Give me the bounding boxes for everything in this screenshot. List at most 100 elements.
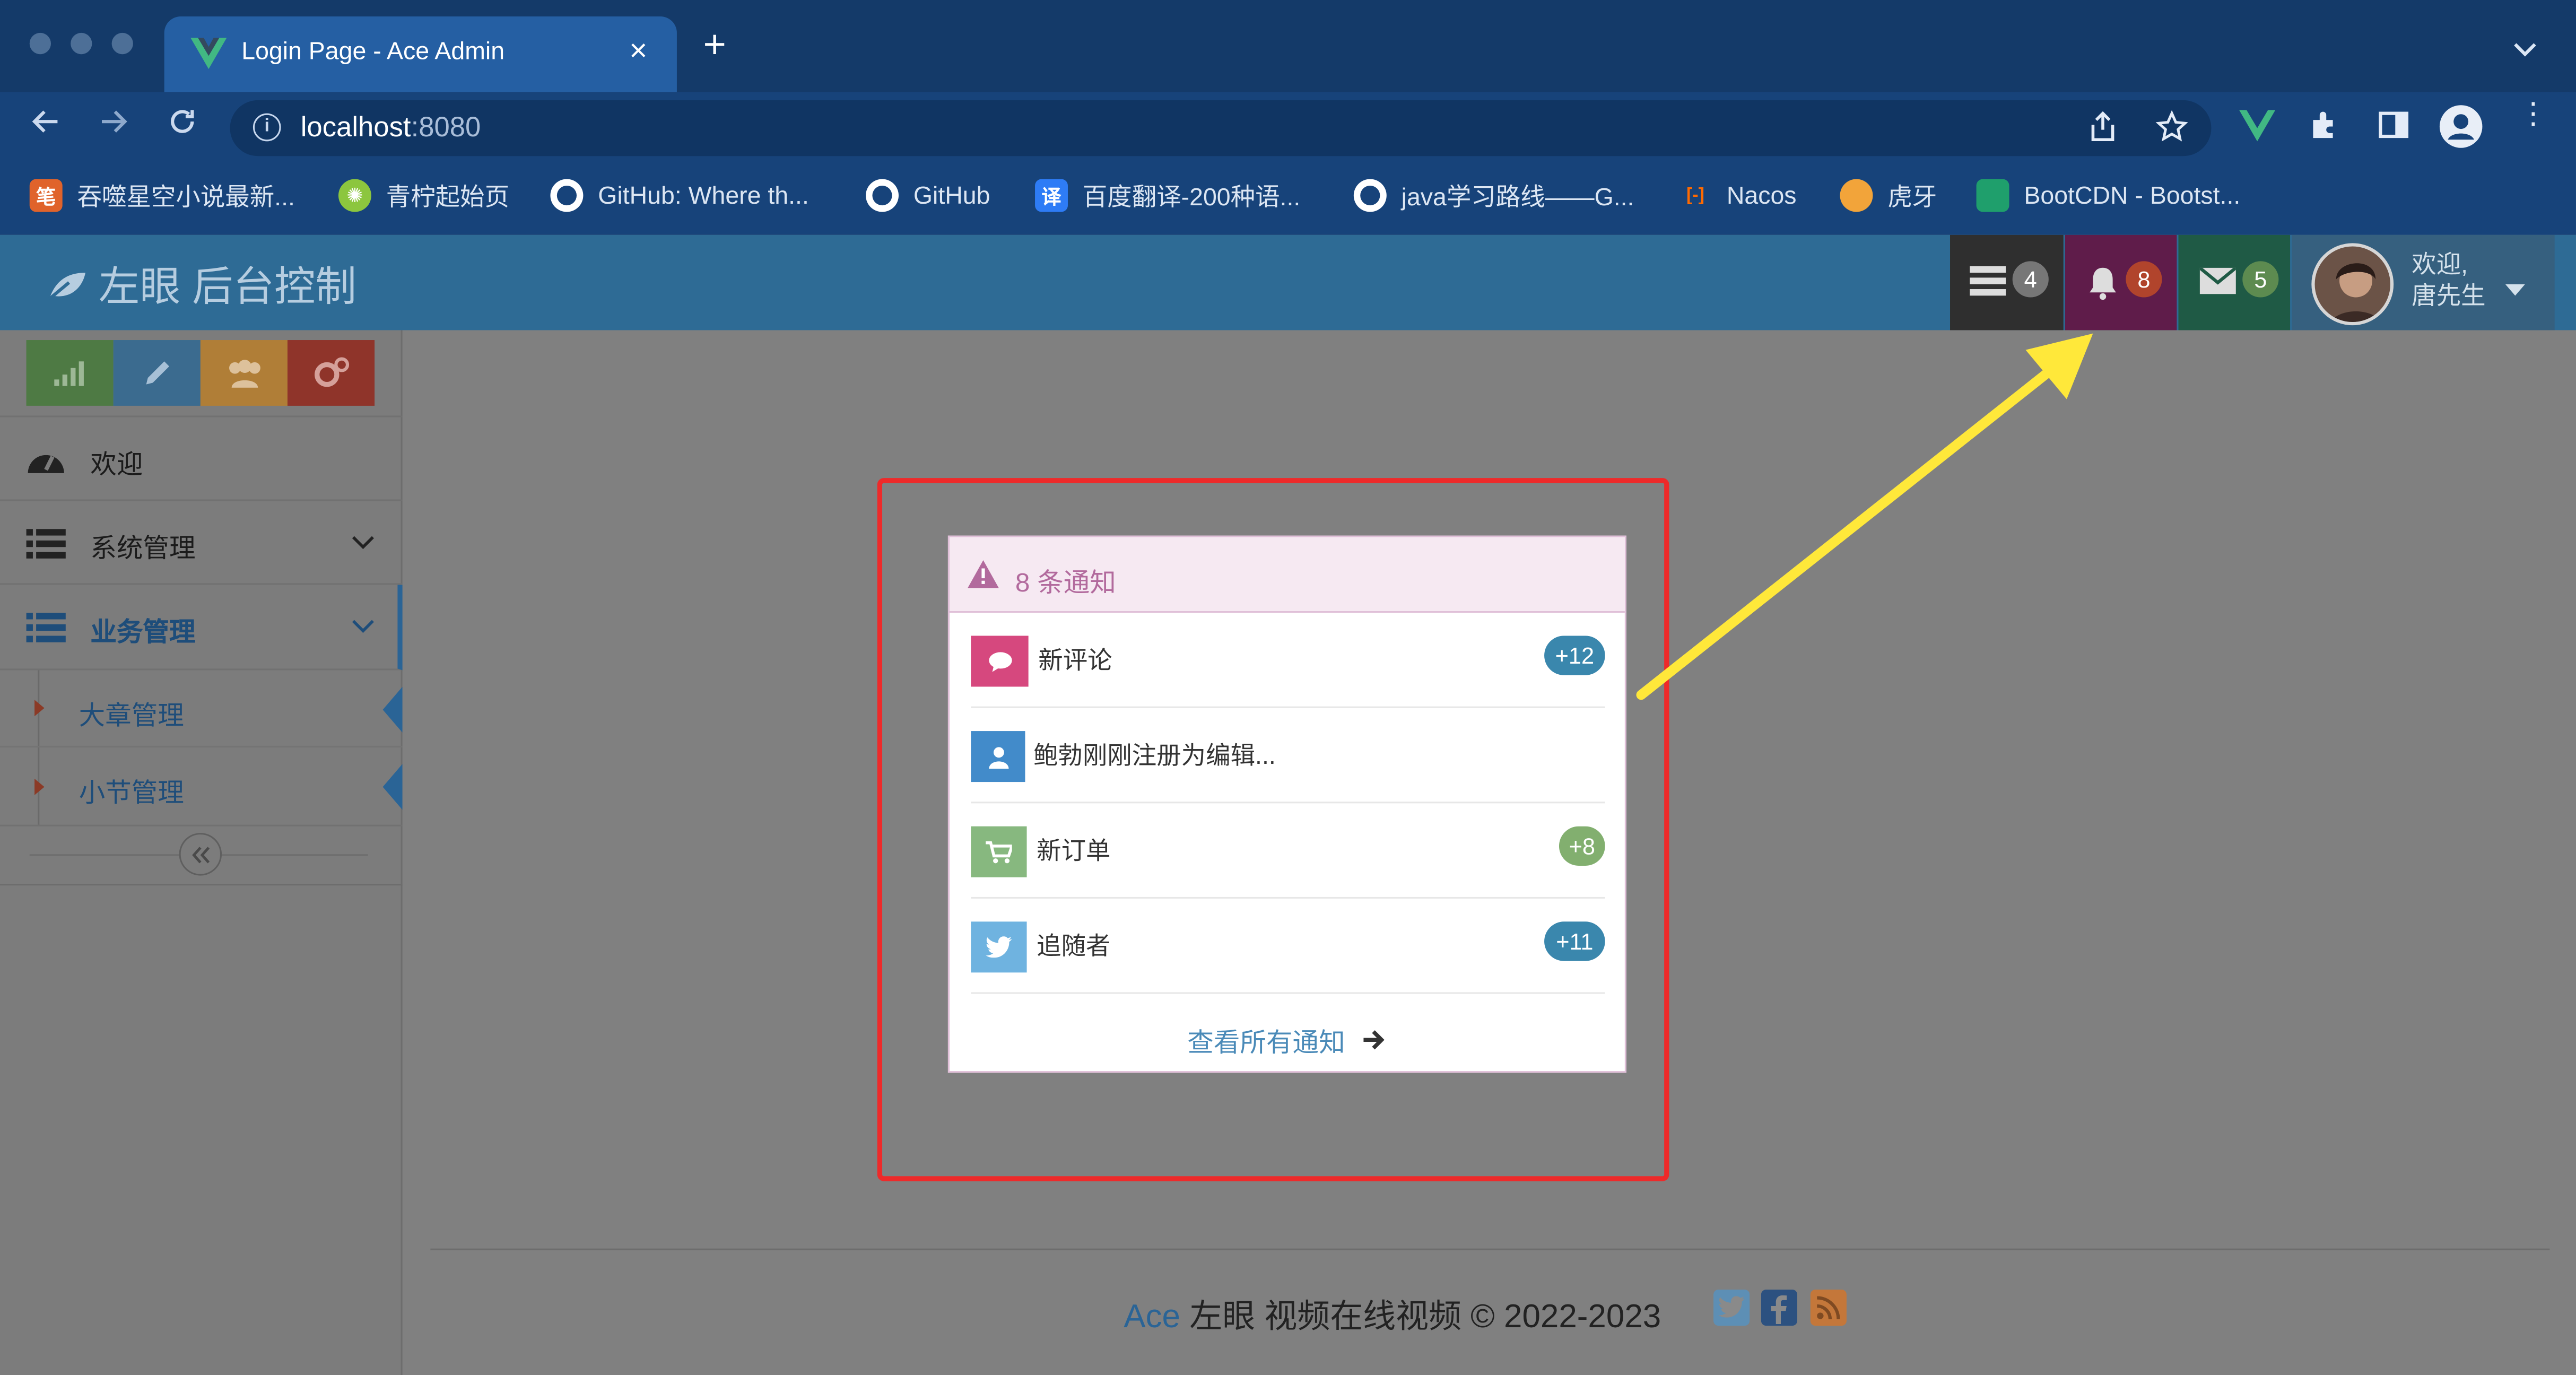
see-all-notifications-link[interactable]: 查看所有通知 — [950, 994, 1625, 1073]
bookmark-item[interactable]: ✺ 青柠起始页 — [338, 177, 509, 213]
double-chevron-left-icon — [192, 847, 210, 864]
notification-item[interactable]: 鲍勃刚刚注册为编辑... — [971, 708, 1605, 804]
bookmark-label: BootCDN - Bootst... — [2024, 181, 2241, 210]
footer-brand: Ace — [1124, 1299, 1181, 1336]
sidebar-item-welcome[interactable]: 欢迎 — [0, 417, 403, 501]
notification-label: 鲍勃刚刚注册为编辑... — [1033, 742, 1276, 771]
extensions-icon[interactable] — [2308, 108, 2341, 149]
active-indicator-icon — [382, 764, 403, 810]
bookmark-star-icon[interactable] — [2155, 110, 2188, 151]
side-panel-icon[interactable] — [2377, 108, 2410, 149]
caret-down-icon — [2505, 276, 2525, 306]
see-all-notifications-label: 查看所有通知 — [1187, 1030, 1345, 1058]
bookmark-item[interactable]: java学习路线——G... — [1353, 177, 1634, 213]
notification-item[interactable]: 新评论 +12 — [971, 613, 1605, 708]
sidebar-subitem-label: 小节管理 — [79, 780, 184, 808]
github-icon — [1353, 179, 1387, 212]
notification-label: 新订单 — [1037, 838, 1111, 866]
tasks-button[interactable]: 4 — [1950, 234, 2064, 330]
brand[interactable]: 左眼 后台控制 — [46, 255, 356, 314]
bookmark-label: 虎牙 — [1887, 183, 1937, 211]
list-icon — [26, 529, 66, 559]
warning-icon — [968, 560, 999, 588]
bookmark-item[interactable]: 虎牙 — [1840, 177, 1937, 213]
dashboard-icon — [28, 455, 64, 473]
bookmark-item[interactable]: [-] Nacos — [1679, 177, 1797, 213]
footer-divider — [430, 1248, 2550, 1250]
notifications-dropdown: 8 条通知 新评论 +12 鲍勃刚刚注册为编辑... 新订单 +8 追随者 +1… — [947, 535, 1626, 1073]
sidebar-item-label: 系统管理 — [90, 535, 196, 564]
bookmark-favicon-icon: 笔 — [29, 179, 63, 212]
window-maximize-dot[interactable] — [111, 32, 133, 55]
user-name: 唐先生 — [2412, 282, 2486, 311]
chevron-down-icon — [352, 620, 374, 633]
facebook-icon[interactable] — [1761, 1289, 1798, 1326]
tab-close-icon[interactable]: × — [629, 34, 647, 71]
profile-avatar-icon[interactable] — [2439, 105, 2483, 148]
window-close-dot[interactable] — [29, 32, 51, 55]
vue-logo-icon — [190, 38, 227, 69]
new-tab-icon[interactable]: + — [703, 25, 726, 66]
bookmark-favicon-icon: [-] — [1686, 185, 1705, 206]
rss-icon[interactable] — [1810, 1289, 1847, 1326]
avatar — [2311, 243, 2394, 326]
share-icon[interactable] — [2088, 110, 2118, 151]
bookmark-favicon-icon: ✺ — [338, 179, 371, 212]
forward-icon[interactable] — [97, 105, 130, 148]
bookmark-item[interactable]: 译百度翻译-200种语... — [1035, 177, 1300, 213]
shortcut-settings-button[interactable] — [287, 340, 375, 406]
browser-menu-icon[interactable]: ⋮ — [2519, 99, 2548, 128]
tab-search-chevron-icon[interactable] — [2513, 36, 2536, 63]
active-indicator-icon — [382, 686, 403, 733]
sidebar-item-system[interactable]: 系统管理 — [0, 501, 403, 585]
github-icon — [550, 179, 584, 212]
footer-text: 左眼 视频在线视频 © 2022-2023 — [1189, 1299, 1661, 1336]
github-icon — [866, 179, 899, 212]
vue-devtools-icon[interactable] — [2239, 110, 2276, 142]
sidebar-subitem-chapters[interactable]: 大章管理 — [0, 670, 403, 748]
tab-title: Login Page - Ace Admin — [241, 38, 505, 66]
back-icon[interactable] — [30, 105, 63, 148]
bookmark-item[interactable]: 笔吞噬星空小说最新... — [29, 177, 295, 213]
chevron-down-icon — [352, 536, 374, 550]
address-bar[interactable]: i localhost:8080 — [230, 100, 2212, 156]
bookmark-label: GitHub: Where th... — [598, 181, 809, 210]
sidebar-subitem-sections[interactable]: 小节管理 — [0, 747, 403, 826]
messages-badge: 5 — [2242, 261, 2279, 298]
notification-item[interactable]: 追随者 +11 — [971, 899, 1605, 994]
bookmark-favicon-icon: 译 — [1035, 179, 1068, 212]
user-greeting: 欢迎, — [2412, 251, 2468, 280]
cogs-icon — [315, 357, 350, 387]
shortcut-stats-button[interactable] — [26, 340, 114, 406]
browser-tab[interactable]: Login Page - Ace Admin × — [164, 16, 677, 92]
notification-badge: +8 — [1559, 826, 1605, 866]
notification-label: 追随者 — [1037, 933, 1111, 961]
footer: Ace 左眼 视频在线视频 © 2022-2023 — [1124, 1290, 1661, 1337]
sidebar-item-business[interactable]: 业务管理 — [0, 585, 403, 671]
sidebar-collapse-button[interactable] — [179, 833, 222, 876]
site-info-icon[interactable]: i — [253, 113, 281, 142]
bookmark-label: 青柠起始页 — [386, 183, 510, 211]
caret-right-icon — [34, 778, 45, 795]
bookmark-item[interactable]: GitHub — [866, 177, 990, 213]
user-menu-button[interactable]: 欢迎, 唐先生 — [2292, 234, 2555, 330]
bootcdn-icon — [1976, 179, 2009, 212]
url-port: :8080 — [411, 111, 481, 143]
list-icon — [26, 613, 66, 642]
notification-item[interactable]: 新订单 +8 — [971, 803, 1605, 899]
window-minimize-dot[interactable] — [71, 32, 92, 55]
shortcut-edit-button[interactable] — [113, 340, 201, 406]
bookmark-item[interactable]: BootCDN - Bootst... — [1976, 177, 2241, 213]
bookmark-item[interactable]: GitHub: Where th... — [550, 177, 809, 213]
bell-icon — [2086, 265, 2119, 309]
shortcut-users-button[interactable] — [200, 340, 288, 406]
notification-label: 新评论 — [1038, 647, 1112, 675]
bookmark-label: Nacos — [1726, 181, 1797, 210]
notification-badge: +11 — [1544, 921, 1605, 961]
reload-icon[interactable] — [166, 105, 199, 148]
pencil-icon — [146, 361, 169, 385]
messages-button[interactable]: 5 — [2178, 234, 2291, 330]
bookmark-label: GitHub — [913, 181, 990, 210]
twitter-icon[interactable] — [1713, 1289, 1750, 1326]
notifications-button[interactable]: 8 — [2065, 234, 2177, 330]
